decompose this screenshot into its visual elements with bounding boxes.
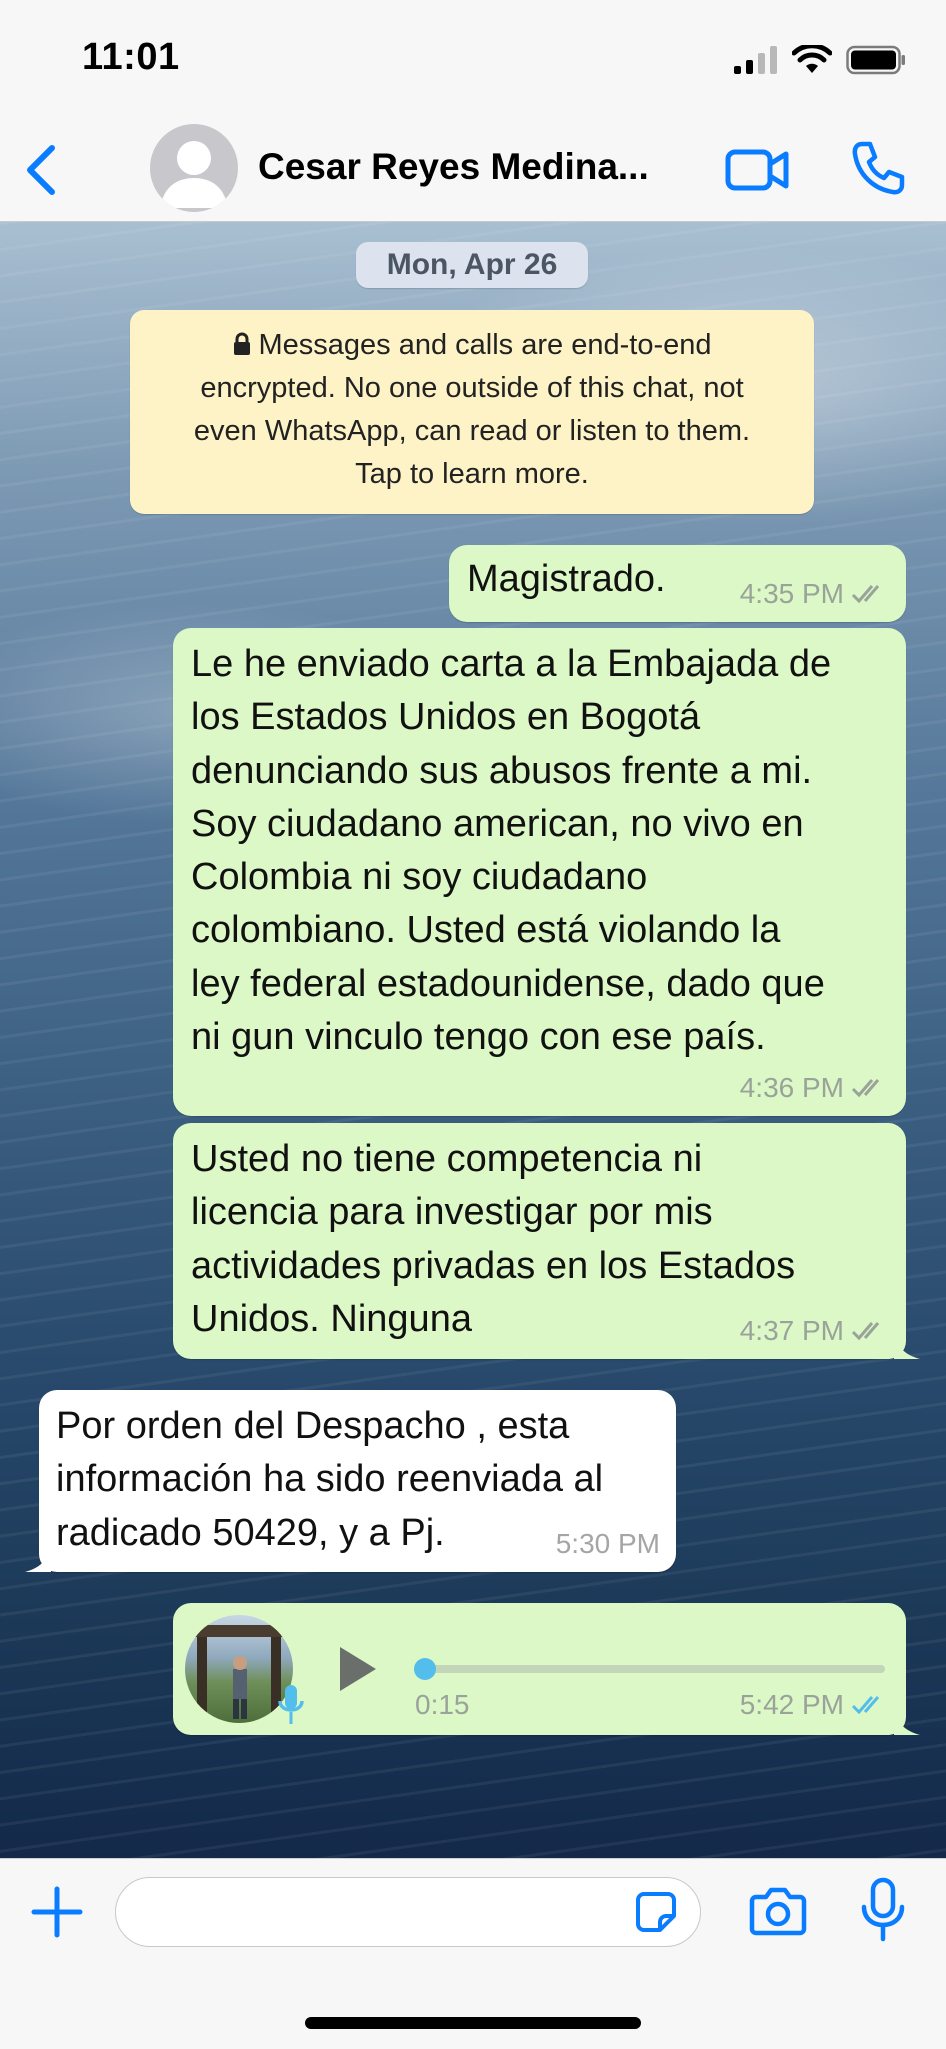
mic-icon[interactable] — [858, 1877, 908, 1943]
message-line: los Estados Unidos en Bogotá — [191, 696, 701, 739]
composer-bar — [0, 1858, 946, 2049]
message-text: Usted no tiene competencia ni licencia p… — [191, 1133, 795, 1346]
signal-icon — [734, 46, 777, 74]
bubble-tail — [894, 1709, 920, 1735]
encryption-text-line: Tap to learn more. — [355, 458, 589, 490]
play-icon[interactable] — [336, 1645, 380, 1693]
bubble-tail — [894, 1333, 920, 1359]
date-chip: Mon, Apr 26 — [356, 242, 588, 288]
incoming-message[interactable]: Por orden del Despacho , esta informació… — [25, 1390, 676, 1572]
voice-message[interactable]: 0:15 5:42 PM — [173, 1603, 920, 1735]
avatar[interactable] — [150, 124, 238, 212]
sticker-icon[interactable] — [634, 1890, 678, 1934]
plus-icon[interactable] — [30, 1885, 84, 1939]
message-line: Usted no tiene competencia ni — [191, 1138, 703, 1180]
message-time: 5:42 PM — [739, 1689, 844, 1720]
lock-icon — [233, 332, 250, 355]
double-check-icon — [851, 1322, 880, 1341]
encryption-text-line: Messages and calls are end-to-end — [258, 329, 712, 361]
video-call-icon[interactable] — [725, 142, 789, 198]
contact-name[interactable]: Cesar Reyes Medina... — [258, 146, 649, 188]
encryption-text-line: encrypted. No one outside of this chat, … — [200, 372, 744, 404]
message-time: 4:35 PM — [739, 578, 844, 609]
message-time: 4:36 PM — [739, 1072, 844, 1103]
message-line: Por orden del Despacho , esta — [56, 1405, 570, 1447]
back-chevron-icon[interactable] — [18, 142, 68, 198]
phone-call-icon[interactable] — [848, 138, 908, 198]
message-line: Unidos. Ninguna — [191, 1297, 472, 1340]
message-meta: 4:37 PM — [740, 1313, 890, 1349]
outgoing-message[interactable]: Usted no tiene competencia ni licencia p… — [173, 1123, 920, 1359]
message-line: radicado 50429, y a Pj. — [56, 1511, 445, 1554]
message-line: denunciando sus abusos frente a mi. — [191, 749, 813, 792]
message-text: Por orden del Despacho , esta informació… — [56, 1400, 603, 1560]
status-icons — [734, 40, 906, 80]
message-line: actividades privadas en los Estados — [191, 1244, 796, 1287]
message-line: Soy ciudadano american, no vivo en — [191, 802, 804, 845]
status-time: 11:01 — [82, 36, 180, 78]
message-line: colombiano. Usted está violando la — [191, 909, 781, 952]
mic-icon — [278, 1685, 304, 1724]
audio-progress-handle[interactable] — [414, 1658, 436, 1680]
home-indicator — [305, 2017, 641, 2029]
encryption-line: Messages and calls are end-to-end — [148, 324, 796, 367]
message-line: ley federal estadounidense, dado que — [191, 962, 825, 1005]
message-line: licencia para investigar por mis — [191, 1191, 713, 1234]
message-line: información ha sido reenviada al — [56, 1458, 604, 1501]
message-time: 5:30 PM — [555, 1528, 660, 1559]
double-check-icon — [851, 585, 880, 604]
camera-icon[interactable] — [748, 1881, 808, 1941]
double-check-icon — [851, 1079, 880, 1098]
wifi-icon — [792, 45, 832, 73]
message-time: 4:37 PM — [739, 1315, 844, 1346]
message-line: Magistrado. — [467, 558, 666, 600]
battery-icon — [846, 45, 905, 75]
message-meta: 5:30 PM — [556, 1526, 660, 1562]
outgoing-message[interactable]: Magistrado. 4:35 PM — [449, 545, 906, 622]
message-meta: 4:36 PM — [740, 1070, 890, 1106]
message-text: Le he enviado carta a la Embajada de los… — [191, 638, 831, 1064]
encryption-text-line: even WhatsApp, can read or listen to the… — [193, 415, 751, 447]
double-check-read-icon — [851, 1696, 880, 1715]
default-avatar-icon — [160, 141, 228, 208]
message-line: Colombia ni soy ciudadano — [191, 856, 648, 899]
chat-header: Cesar Reyes Medina... — [0, 118, 946, 222]
message-line: ni gun vinculo tengo con ese país. — [191, 1016, 766, 1059]
voice-duration: 0:15 — [415, 1689, 470, 1720]
audio-progress-track[interactable] — [425, 1665, 885, 1673]
outgoing-message[interactable]: Le he enviado carta a la Embajada de los… — [173, 628, 906, 1116]
message-meta: 5:42 PM — [740, 1687, 890, 1723]
message-text: Magistrado. — [467, 553, 666, 606]
message-line: Le he enviado carta a la Embajada de — [191, 643, 832, 685]
bubble-tail — [25, 1546, 51, 1572]
status-bar: 11:01 — [0, 0, 946, 118]
message-meta: 4:35 PM — [740, 576, 890, 612]
encryption-notice[interactable]: Messages and calls are end-to-end encryp… — [130, 310, 814, 514]
message-input[interactable] — [115, 1877, 701, 1947]
